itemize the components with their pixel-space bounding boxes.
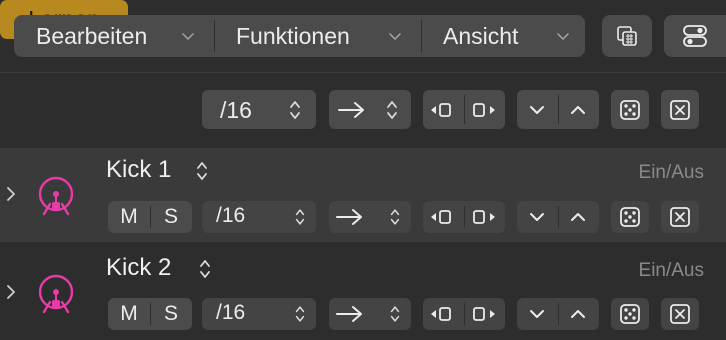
toggle-icon — [683, 25, 707, 47]
grid-icon — [617, 26, 637, 46]
row-title[interactable]: Kick 2 — [106, 254, 171, 282]
list-item: Kick 2 Ein/Aus M S /16 — [0, 242, 726, 340]
shift-right-icon[interactable] — [471, 207, 497, 227]
chevron-up-icon[interactable] — [568, 207, 588, 227]
menu-funktionen-label: Funktionen — [236, 22, 350, 49]
disclosure-icon[interactable] — [5, 282, 17, 302]
list-item: Kick 1 Ein/Aus M S /16 — [0, 148, 726, 242]
clear-button[interactable] — [661, 90, 699, 129]
chevron-down-icon[interactable] — [527, 207, 547, 227]
chevron-up-icon[interactable] — [568, 304, 588, 324]
transpose-buttons — [517, 201, 599, 233]
menu-bearbeiten-label: Bearbeiten — [36, 22, 148, 49]
menu-bar: Bearbeiten Funktionen Ansicht — [14, 15, 585, 57]
menu-ansicht-label: Ansicht — [443, 22, 519, 49]
drum-icon — [34, 174, 78, 218]
menu-bearbeiten[interactable]: Bearbeiten — [36, 15, 147, 57]
shift-right-icon[interactable] — [471, 100, 497, 120]
chevron-down-icon[interactable] — [527, 304, 547, 324]
randomize-button[interactable] — [611, 201, 649, 233]
division-selector[interactable]: /16 — [202, 201, 316, 233]
row-title[interactable]: Kick 1 — [106, 156, 171, 184]
chevron-down-icon — [555, 28, 571, 44]
stepper-icon — [389, 207, 401, 227]
stepper-icon[interactable] — [195, 160, 209, 182]
stepper-icon — [294, 304, 306, 324]
division-value: /16 — [216, 204, 246, 227]
clear-button[interactable] — [661, 298, 699, 330]
chevron-up-icon[interactable] — [568, 100, 588, 120]
transpose-buttons — [517, 90, 599, 129]
shift-buttons — [423, 90, 505, 129]
grid-view-button[interactable] — [602, 15, 652, 57]
clear-button[interactable] — [661, 201, 699, 233]
randomize-button[interactable] — [611, 298, 649, 330]
solo-button[interactable]: S — [150, 298, 192, 330]
direction-selector[interactable] — [329, 201, 411, 233]
mute-button[interactable]: M — [108, 201, 150, 233]
shift-buttons — [423, 201, 505, 233]
menu-ansicht[interactable]: Ansicht — [443, 15, 518, 57]
arrow-right-icon — [335, 207, 365, 227]
onoff-label[interactable]: Ein/Aus — [639, 260, 704, 282]
drum-icon — [34, 272, 78, 316]
division-selector[interactable]: /16 — [202, 298, 316, 330]
randomize-button[interactable] — [611, 90, 649, 129]
dice-icon — [619, 206, 641, 228]
division-value: /16 — [220, 97, 252, 123]
shift-buttons — [423, 298, 505, 330]
transpose-buttons — [517, 298, 599, 330]
division-selector[interactable]: /16 — [202, 90, 316, 129]
dice-icon — [619, 99, 641, 121]
chevron-down-icon — [387, 28, 403, 44]
mute-solo-group: M S — [108, 201, 192, 233]
solo-button[interactable]: S — [150, 201, 192, 233]
stepper-icon — [294, 207, 306, 227]
dice-icon — [619, 303, 641, 325]
arrow-right-icon — [335, 304, 365, 324]
chevron-down-icon — [180, 28, 196, 44]
arrow-right-icon — [337, 100, 367, 120]
stepper-icon — [288, 99, 302, 121]
chevron-down-icon[interactable] — [527, 100, 547, 120]
stepper-icon — [389, 304, 401, 324]
stepper-icon[interactable] — [198, 258, 212, 280]
clear-icon — [669, 99, 691, 121]
mute-solo-group: M S — [108, 298, 192, 330]
shift-left-icon[interactable] — [429, 207, 455, 227]
direction-selector[interactable] — [329, 298, 411, 330]
division-value: /16 — [216, 301, 246, 324]
toggle-settings-button[interactable] — [664, 15, 726, 57]
shift-left-icon[interactable] — [429, 304, 455, 324]
divider — [0, 72, 726, 73]
disclosure-icon[interactable] — [5, 184, 17, 204]
menu-funktionen[interactable]: Funktionen — [236, 15, 350, 57]
shift-left-icon[interactable] — [429, 100, 455, 120]
clear-icon — [669, 206, 691, 228]
direction-selector[interactable] — [329, 90, 411, 129]
stepper-icon — [385, 99, 399, 121]
mute-button[interactable]: M — [108, 298, 150, 330]
shift-right-icon[interactable] — [471, 304, 497, 324]
clear-icon — [669, 303, 691, 325]
onoff-label[interactable]: Ein/Aus — [639, 162, 704, 184]
